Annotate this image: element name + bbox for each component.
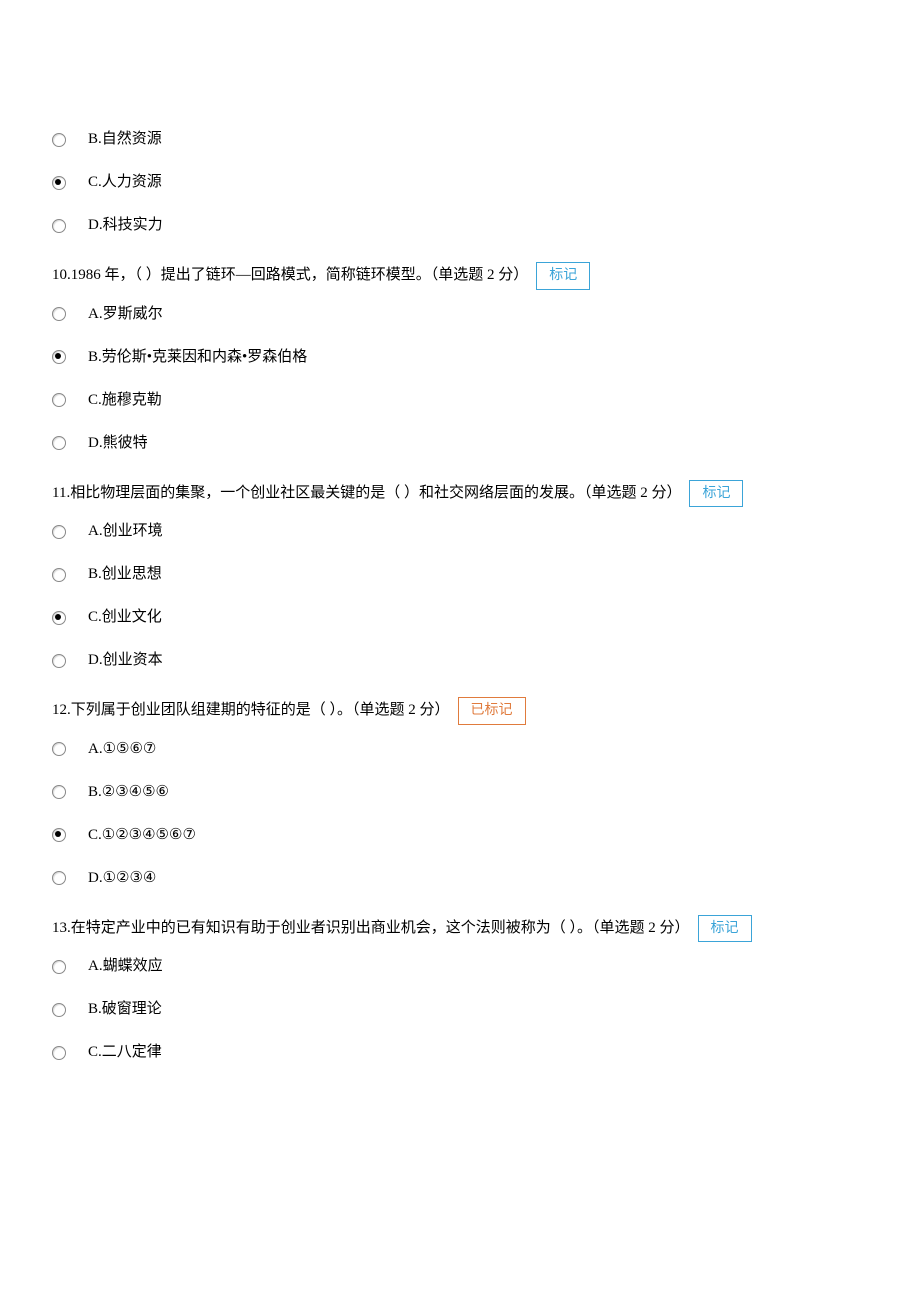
option-label: C.①②③④⑤⑥⑦ <box>88 825 196 846</box>
option-row: C.施穆克勒 <box>52 390 868 411</box>
option-row: C.二八定律 <box>52 1042 868 1063</box>
option-row: D.科技实力 <box>52 215 868 236</box>
radio-button[interactable] <box>52 350 66 364</box>
option-row: B.自然资源 <box>52 129 868 150</box>
option-label: D.①②③④ <box>88 868 156 889</box>
option-row: B.②③④⑤⑥ <box>52 782 868 803</box>
option-row: B.创业思想 <box>52 564 868 585</box>
option-row: B.破窗理论 <box>52 999 868 1020</box>
radio-button[interactable] <box>52 742 66 756</box>
option-label: D.熊彼特 <box>88 433 148 454</box>
option-label: D.科技实力 <box>88 215 163 236</box>
option-row: D.创业资本 <box>52 650 868 671</box>
question-text: 10.1986 年，（ ）提出了链环—回路模式，简称链环模型。（单选题 2 分） <box>52 265 528 286</box>
option-label: D.创业资本 <box>88 650 163 671</box>
radio-button[interactable] <box>52 871 66 885</box>
question-text: 11.相比物理层面的集聚，一个创业社区最关键的是（ ）和社交网络层面的发展。（单… <box>52 483 681 504</box>
radio-button[interactable] <box>52 960 66 974</box>
mark-button[interactable]: 标记 <box>536 262 590 290</box>
option-label: B.创业思想 <box>88 564 162 585</box>
option-row: D.①②③④ <box>52 868 868 889</box>
option-label: A.①⑤⑥⑦ <box>88 739 156 760</box>
radio-button[interactable] <box>52 176 66 190</box>
option-label: C.人力资源 <box>88 172 162 193</box>
radio-button[interactable] <box>52 828 66 842</box>
radio-button[interactable] <box>52 1046 66 1060</box>
radio-button[interactable] <box>52 654 66 668</box>
radio-button[interactable] <box>52 611 66 625</box>
option-row: C.创业文化 <box>52 607 868 628</box>
radio-button[interactable] <box>52 1003 66 1017</box>
radio-button[interactable] <box>52 568 66 582</box>
option-label: C.创业文化 <box>88 607 162 628</box>
option-row: C.①②③④⑤⑥⑦ <box>52 825 868 846</box>
option-row: D.熊彼特 <box>52 433 868 454</box>
option-label: B.自然资源 <box>88 129 162 150</box>
option-row: A.创业环境 <box>52 521 868 542</box>
question-row: 13.在特定产业中的已有知识有助于创业者识别出商业机会，这个法则被称为（ ）。（… <box>52 915 868 943</box>
option-label: C.施穆克勒 <box>88 390 162 411</box>
option-label: C.二八定律 <box>88 1042 162 1063</box>
question-text: 13.在特定产业中的已有知识有助于创业者识别出商业机会，这个法则被称为（ ）。（… <box>52 918 690 939</box>
question-text: 12.下列属于创业团队组建期的特征的是（ ）。（单选题 2 分） <box>52 700 450 721</box>
question-row: 12.下列属于创业团队组建期的特征的是（ ）。（单选题 2 分） 已标记 <box>52 697 868 725</box>
question-row: 11.相比物理层面的集聚，一个创业社区最关键的是（ ）和社交网络层面的发展。（单… <box>52 480 868 508</box>
radio-button[interactable] <box>52 133 66 147</box>
radio-button[interactable] <box>52 219 66 233</box>
option-row: A.蝴蝶效应 <box>52 956 868 977</box>
option-row: A.罗斯威尔 <box>52 304 868 325</box>
mark-button[interactable]: 标记 <box>698 915 752 943</box>
option-label: B.②③④⑤⑥ <box>88 782 169 803</box>
option-label: A.创业环境 <box>88 521 163 542</box>
mark-button[interactable]: 标记 <box>689 480 743 508</box>
option-label: A.罗斯威尔 <box>88 304 163 325</box>
option-label: B.破窗理论 <box>88 999 162 1020</box>
option-label: B.劳伦斯•克莱因和内森•罗森伯格 <box>88 347 307 368</box>
option-row: A.①⑤⑥⑦ <box>52 739 868 760</box>
radio-button[interactable] <box>52 393 66 407</box>
radio-button[interactable] <box>52 785 66 799</box>
mark-button-marked[interactable]: 已标记 <box>458 697 526 725</box>
option-row: C.人力资源 <box>52 172 868 193</box>
radio-button[interactable] <box>52 307 66 321</box>
question-row: 10.1986 年，（ ）提出了链环—回路模式，简称链环模型。（单选题 2 分）… <box>52 262 868 290</box>
radio-button[interactable] <box>52 436 66 450</box>
radio-button[interactable] <box>52 525 66 539</box>
option-label: A.蝴蝶效应 <box>88 956 163 977</box>
option-row: B.劳伦斯•克莱因和内森•罗森伯格 <box>52 347 868 368</box>
